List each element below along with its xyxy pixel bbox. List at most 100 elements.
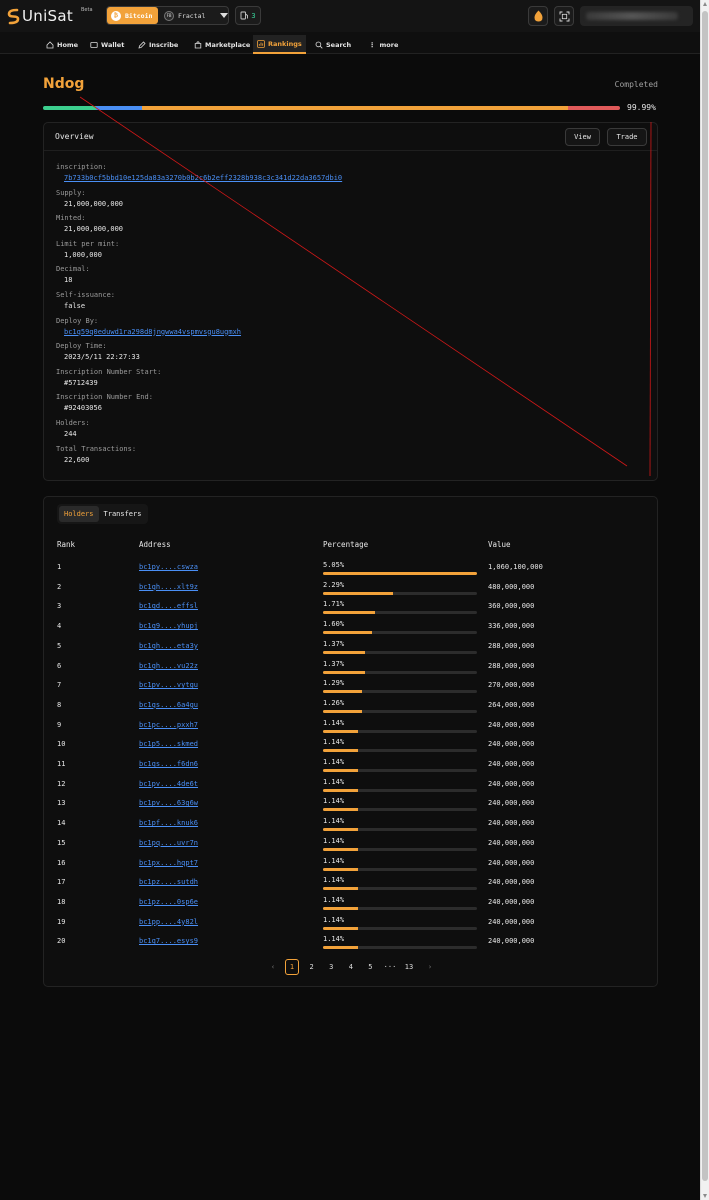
flame-button[interactable] <box>528 6 548 26</box>
qr-scan-icon <box>559 11 569 21</box>
address-link[interactable]: bc1pv....4de6t <box>139 780 198 788</box>
percentage-bar <box>323 749 477 753</box>
view-button[interactable]: View <box>565 128 600 146</box>
value-cell: 264,000,000 <box>488 700 535 709</box>
field-value-link[interactable]: bc1q59q0eduwd1ra298d8jngwwa4vspmvsgu8ugm… <box>56 326 342 339</box>
gas-fee-button[interactable]: 3 <box>235 6 261 25</box>
rank-cell: 10 <box>57 740 66 749</box>
percentage-bar <box>323 670 477 674</box>
nav-inscribe[interactable]: Inscribe <box>138 35 178 54</box>
address-link[interactable]: bc1pp....4y82l <box>139 918 198 926</box>
page-button-3[interactable]: 3 <box>324 959 338 975</box>
address-link[interactable]: bc1pv....63g6w <box>139 799 198 807</box>
address-link[interactable]: bc1pz....0sp6e <box>139 898 198 906</box>
rank-cell: 13 <box>57 799 66 808</box>
nav-rankings[interactable]: Rankings <box>253 35 306 54</box>
address-link[interactable]: bc1qh....eta3y <box>139 642 198 650</box>
nav-marketplace-label: Marketplace <box>205 40 251 49</box>
rank-cell: 2 <box>57 582 62 591</box>
scrollbar-thumb[interactable] <box>702 11 708 1181</box>
page-button-1[interactable]: 1 <box>285 959 299 975</box>
next-page-button[interactable]: › <box>423 959 437 975</box>
overview-field: Self-issuance: false <box>56 291 342 317</box>
tab-holders[interactable]: Holders <box>59 506 99 522</box>
progress-segment-2 <box>96 106 143 110</box>
field-label: Deploy By: <box>56 316 99 325</box>
field-label: Minted: <box>56 214 86 223</box>
rank-cell: 9 <box>57 720 62 729</box>
percentage-bar-fill <box>323 709 362 713</box>
table-row: 20 bc1q7....esys9 1.14% 240,000,000 <box>44 934 657 954</box>
percentage-cell: 1.60% <box>323 620 345 629</box>
address-link[interactable]: bc1pq....uvr7n <box>139 839 198 847</box>
mint-status: Completed <box>614 80 658 89</box>
network-bitcoin-button[interactable]: ₿ Bitcoin <box>107 7 159 24</box>
column-header-value: Value <box>488 540 511 549</box>
overview-fields: inscription: 7b733b0cf5bbd10e125da83a3270… <box>56 163 342 470</box>
field-value: 244 <box>64 429 77 438</box>
address-link[interactable]: bc1pc....pxxh7 <box>139 721 198 729</box>
address-link[interactable]: bc1qh....vu22z <box>139 662 198 670</box>
nav-home[interactable]: Home <box>46 35 78 54</box>
percentage-bar-fill <box>323 926 358 930</box>
page-scrollbar[interactable] <box>700 0 709 1200</box>
percentage-bar <box>323 808 477 812</box>
address-link[interactable]: bc1qs....6a4gu <box>139 701 198 709</box>
beta-label: Beta <box>81 7 93 13</box>
percentage-bar <box>323 709 477 713</box>
scroll-down-arrow-icon[interactable] <box>703 1194 707 1198</box>
address-link[interactable]: bc1pf....knuk6 <box>139 819 198 827</box>
address-link[interactable]: bc1q9....yhupj <box>139 622 198 630</box>
percentage-bar <box>323 926 477 930</box>
table-row: 15 bc1pq....uvr7n 1.14% 240,000,000 <box>44 836 657 856</box>
percentage-bar-fill <box>323 749 358 753</box>
address-link[interactable]: bc1px....hqpt7 <box>139 859 198 867</box>
percentage-cell: 1.14% <box>323 718 345 727</box>
field-value-link[interactable]: 7b733b0cf5bbd10e125da83a3270b0b2c6b2eff2… <box>56 172 342 185</box>
address-link[interactable]: bc1p5....skmed <box>139 740 198 748</box>
account-button[interactable] <box>580 6 693 26</box>
field-value: 18 <box>64 276 73 285</box>
table-row: 4 bc1q9....yhupj 1.60% 336,000,000 <box>44 619 657 639</box>
nav-more[interactable]: ⋮ more <box>369 35 398 54</box>
page-button-2[interactable]: 2 <box>305 959 319 975</box>
pen-icon <box>138 40 146 49</box>
scroll-up-arrow-icon[interactable] <box>703 2 707 6</box>
tab-transfers[interactable]: Transfers <box>99 506 147 522</box>
mint-progress-bar <box>43 106 620 110</box>
more-dots-icon: ⋮ <box>369 40 376 49</box>
field-value: 21,000,000,000 <box>64 199 124 208</box>
percentage-bar-fill <box>323 847 358 851</box>
address-link[interactable]: bc1py....cswza <box>139 563 198 571</box>
address-link[interactable]: bc1q7....esys9 <box>139 937 198 945</box>
table-row: 9 bc1pc....pxxh7 1.14% 240,000,000 <box>44 718 657 738</box>
nav-wallet[interactable]: Wallet <box>90 35 124 54</box>
chevron-down-icon[interactable] <box>220 13 228 18</box>
nav-marketplace[interactable]: Marketplace <box>194 35 250 54</box>
value-cell: 240,000,000 <box>488 897 535 906</box>
address-link[interactable]: bc1qd....effsl <box>139 602 198 610</box>
address-link[interactable]: bc1qs....f6dn6 <box>139 760 198 768</box>
unisat-logo[interactable]: UniSat <box>7 7 73 25</box>
percentage-cell: 1.14% <box>323 777 345 786</box>
trade-button[interactable]: Trade <box>607 128 647 146</box>
column-header-percentage: Percentage <box>323 540 369 549</box>
field-value: #92403056 <box>64 404 102 413</box>
scan-button[interactable] <box>554 6 574 26</box>
percentage-cell: 1.29% <box>323 679 345 688</box>
address-link[interactable]: bc1pz....sutdh <box>139 878 198 886</box>
page-button-4[interactable]: 4 <box>344 959 358 975</box>
rank-cell: 8 <box>57 700 62 709</box>
network-fractal-button[interactable]: FB Fractal <box>158 10 212 21</box>
table-row: 13 bc1pv....63g6w 1.14% 240,000,000 <box>44 796 657 816</box>
nav-search[interactable]: Search <box>315 35 351 54</box>
address-link[interactable]: bc1pv....vytgu <box>139 681 198 689</box>
holders-tabs: Holders Transfers <box>57 504 149 524</box>
gas-fee-value: 3 <box>251 11 256 20</box>
page-button-last[interactable]: 13 <box>402 959 416 975</box>
prev-page-button[interactable]: ‹ <box>266 959 280 975</box>
page-button-5[interactable]: 5 <box>363 959 377 975</box>
nav-rankings-label: Rankings <box>268 39 302 48</box>
address-link[interactable]: bc1qh....xlt9z <box>139 583 198 591</box>
percentage-cell: 2.29% <box>323 580 345 589</box>
